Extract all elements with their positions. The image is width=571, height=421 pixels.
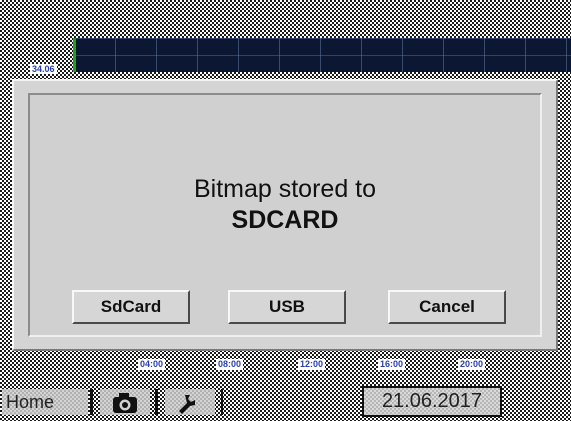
date-display: 21.06.2017	[362, 386, 502, 417]
status-divider	[90, 389, 93, 415]
home-button[interactable]: Home	[2, 389, 88, 415]
cancel-button[interactable]: Cancel	[388, 290, 506, 324]
dialog-message: Bitmap stored to	[193, 175, 377, 203]
camera-icon	[113, 393, 137, 414]
dialog-panel: Bitmap stored to SDCARD SdCard USB Cance…	[28, 93, 542, 337]
chart-series-line	[73, 38, 76, 72]
wrench-icon	[179, 395, 195, 415]
sdcard-button[interactable]: SdCard	[72, 290, 190, 324]
x-axis-tick-label: 16:00	[378, 359, 406, 370]
usb-button[interactable]: USB	[228, 290, 346, 324]
status-bar: Home 21.06.2017	[0, 381, 571, 421]
x-axis-tick-label: 20:00	[458, 359, 486, 370]
screenshot-button[interactable]	[100, 389, 150, 415]
settings-button[interactable]	[165, 389, 215, 415]
y-axis-tick-label: 34.06	[30, 64, 57, 74]
status-divider	[221, 389, 223, 415]
x-axis-tick-label: 04:00	[138, 359, 166, 370]
status-divider	[155, 389, 158, 415]
x-axis-ticks: 04:00 08:00 12:00 16:00 20:00	[60, 359, 571, 371]
x-axis-tick-label: 08:00	[216, 359, 244, 370]
screen: 34.06 04:00 08:00 12:00 16:00 20:00 Bitm…	[0, 0, 571, 421]
dialog-storage-target: SDCARD	[231, 206, 339, 234]
bitmap-stored-dialog: Bitmap stored to SDCARD SdCard USB Cance…	[12, 79, 558, 351]
chart-plot-area	[74, 38, 571, 72]
x-axis-tick-label: 12:00	[298, 359, 326, 370]
